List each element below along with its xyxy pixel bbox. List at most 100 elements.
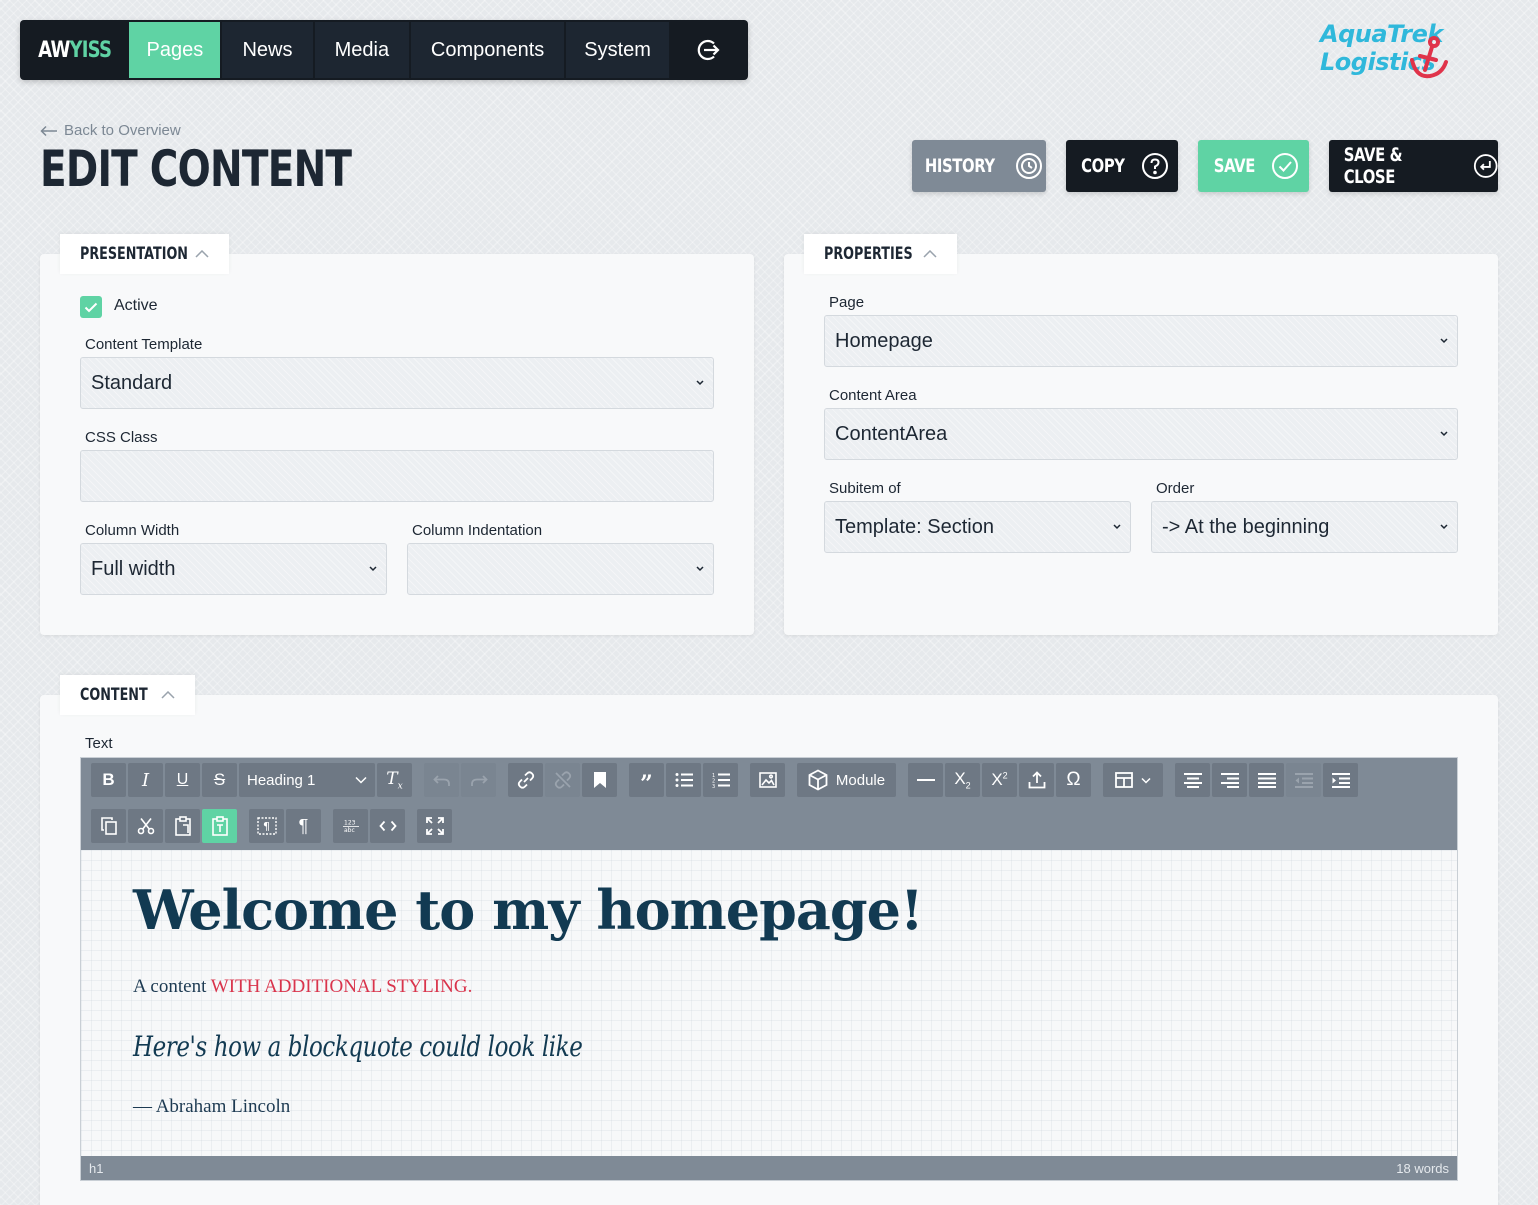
history-button[interactable]: History — [912, 140, 1046, 192]
logout-button[interactable] — [671, 22, 744, 78]
column-indentation-select[interactable] — [407, 543, 714, 595]
upload-icon — [1028, 771, 1045, 789]
numbered-list-button[interactable]: 123 — [703, 763, 738, 797]
link-button[interactable] — [508, 763, 543, 797]
upload-button[interactable] — [1019, 763, 1054, 797]
anchor-bookmark-button[interactable] — [582, 763, 617, 797]
indent-button[interactable] — [1323, 763, 1358, 797]
page-title: Edit Content — [40, 140, 352, 198]
column-indentation-label: Column Indentation — [412, 522, 543, 539]
cut-button[interactable] — [128, 809, 163, 843]
nav-item-media[interactable]: Media — [314, 22, 410, 78]
back-to-overview-link[interactable]: Back to Overview — [40, 122, 181, 139]
clear-formatting-icon: Tx — [386, 768, 403, 792]
format-select[interactable]: Heading 1 — [239, 763, 375, 797]
bold-icon: B — [102, 770, 115, 789]
chevron-down-icon — [355, 776, 367, 784]
strikethrough-button[interactable]: S — [202, 763, 237, 797]
bold-button[interactable]: B — [91, 763, 126, 797]
page-label: Page — [829, 294, 865, 311]
save-button[interactable]: Save — [1198, 140, 1309, 192]
align-right-icon — [1220, 773, 1239, 788]
order-label: Order — [1156, 480, 1195, 497]
horizontal-rule-icon — [916, 779, 935, 781]
svg-text:3: 3 — [712, 784, 715, 788]
column-width-select[interactable]: Full width — [80, 543, 387, 595]
nav-item-pages[interactable]: Pages — [129, 22, 221, 78]
spellcheck-icon: 123abc — [342, 820, 359, 834]
check-circle-icon — [1271, 153, 1298, 179]
paste-text-button[interactable] — [202, 809, 237, 843]
undo-button[interactable] — [424, 763, 459, 797]
page-select[interactable]: Homepage — [824, 315, 1458, 367]
active-checkbox[interactable] — [80, 296, 102, 318]
save-and-close-button[interactable]: Save & Close — [1329, 140, 1498, 192]
clear-formatting-button[interactable]: Tx — [377, 763, 412, 797]
properties-tab[interactable]: Properties — [804, 234, 957, 274]
italic-button[interactable]: I — [128, 763, 163, 797]
copy-button[interactable]: Copy — [1066, 140, 1178, 192]
chevron-up-icon — [195, 250, 209, 258]
outdent-button[interactable] — [1286, 763, 1321, 797]
horizontal-rule-button[interactable] — [908, 763, 943, 797]
blockquote-button[interactable]: ” — [629, 763, 664, 797]
nav-item-components[interactable]: Components — [411, 22, 565, 78]
underline-icon: U — [176, 771, 189, 788]
content-template-select[interactable]: Standard — [80, 357, 714, 409]
check-icon — [84, 302, 98, 312]
subitem-of-select[interactable]: Template: Section — [824, 501, 1131, 553]
align-center-icon — [1183, 773, 1202, 788]
rich-text-editor: B I U S Heading 1 Tx ” 1 2 3 Module X2 X… — [80, 757, 1458, 1181]
redo-button[interactable] — [461, 763, 496, 797]
bullet-list-button[interactable] — [666, 763, 701, 797]
fullscreen-icon — [425, 817, 444, 835]
nav-item-system[interactable]: System — [566, 22, 670, 78]
presentation-tab[interactable]: Presentation — [60, 234, 229, 274]
align-justify-icon — [1257, 773, 1276, 788]
svg-text:abc: abc — [344, 827, 355, 834]
active-label: Active — [114, 297, 158, 314]
css-class-input[interactable] — [80, 450, 714, 502]
element-path[interactable]: h1 — [89, 1161, 103, 1176]
paste-text-icon — [211, 816, 228, 836]
omega-icon: Ω — [1066, 769, 1081, 790]
anchor-icon — [1410, 36, 1448, 79]
module-button[interactable]: Module — [797, 763, 896, 797]
paste-button[interactable] — [165, 809, 200, 843]
editor-content-area[interactable]: Welcome to my homepage! A content with a… — [81, 850, 1457, 1157]
special-character-button[interactable]: Ω — [1056, 763, 1091, 797]
nav-item-news[interactable]: News — [222, 22, 313, 78]
subscript-button[interactable]: X2 — [945, 763, 980, 797]
strikethrough-icon: S — [213, 770, 226, 789]
order-select[interactable]: -> At the beginning — [1151, 501, 1458, 553]
align-justify-button[interactable] — [1249, 763, 1284, 797]
unlink-button[interactable] — [545, 763, 580, 797]
presentation-panel: Presentation Active Content Template Sta… — [40, 234, 754, 635]
table-button[interactable] — [1103, 763, 1163, 797]
select-all-button[interactable]: ¶ — [249, 809, 284, 843]
underline-button[interactable]: U — [165, 763, 200, 797]
superscript-button[interactable]: X2 — [982, 763, 1017, 797]
brand-logo[interactable]: AW YISS — [30, 20, 120, 80]
chevron-up-icon — [161, 691, 175, 699]
chevron-down-icon — [1440, 524, 1448, 530]
show-blocks-button[interactable]: ¶ — [286, 809, 321, 843]
content-area-select[interactable]: ContentArea — [824, 408, 1458, 460]
bullet-list-icon — [675, 773, 693, 787]
unlink-icon — [554, 771, 571, 789]
align-right-button[interactable] — [1212, 763, 1247, 797]
spellcheck-button[interactable]: 123 abc — [333, 809, 368, 843]
svg-text:123: 123 — [344, 820, 356, 827]
image-icon — [758, 772, 777, 788]
align-center-button[interactable] — [1175, 763, 1210, 797]
copy-tool-button[interactable] — [91, 809, 126, 843]
fullscreen-button[interactable] — [417, 809, 452, 843]
subscript-icon: X2 — [954, 769, 971, 791]
code-icon — [378, 820, 397, 832]
source-code-button[interactable] — [370, 809, 405, 843]
content-tab[interactable]: Content — [60, 675, 195, 715]
chevron-down-icon — [1113, 524, 1121, 530]
image-button[interactable] — [750, 763, 785, 797]
indent-icon — [1331, 773, 1350, 788]
logout-icon — [697, 39, 720, 61]
